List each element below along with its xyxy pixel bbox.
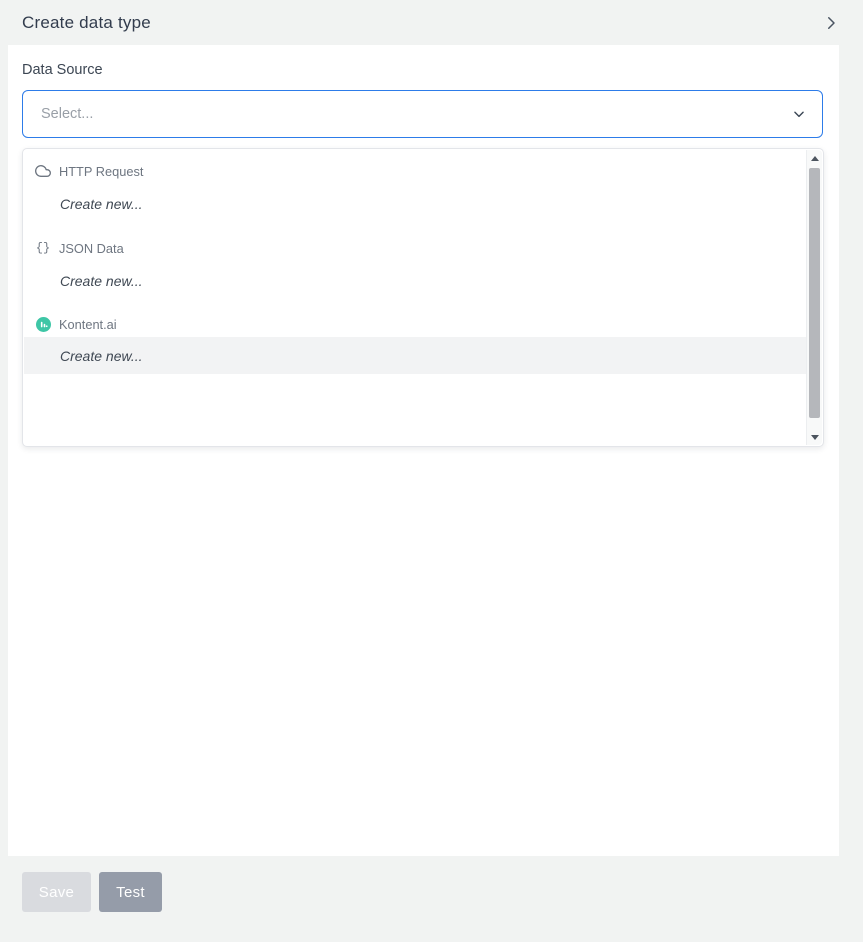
page-root: { "header": { "title": "Create data type…: [0, 0, 863, 942]
data-source-select[interactable]: Select...: [22, 90, 823, 138]
collapse-panel-button[interactable]: [817, 9, 845, 37]
test-button[interactable]: Test: [99, 872, 162, 912]
save-button[interactable]: Save: [22, 872, 91, 912]
chevron-down-icon: [792, 107, 806, 121]
option-create-new-json-data[interactable]: Create new...: [24, 263, 806, 299]
option-create-new-http-request[interactable]: Create new...: [24, 186, 806, 222]
data-source-label: Data Source: [22, 62, 103, 78]
dropdown-group-kontent-ai: Kontent.ai: [24, 310, 806, 338]
select-placeholder: Select...: [41, 106, 93, 122]
group-label: JSON Data: [59, 241, 124, 256]
panel-body: Data Source Select... HTTP Request Creat…: [8, 45, 839, 856]
scrollbar-down-button[interactable]: [807, 429, 823, 445]
page-title: Create data type: [22, 13, 151, 33]
dropdown-scrollbar[interactable]: [806, 150, 822, 445]
panel-footer: Save Test: [0, 856, 863, 942]
group-label: HTTP Request: [59, 164, 143, 179]
dropdown-group-http-request: HTTP Request: [24, 157, 806, 185]
group-label: Kontent.ai: [59, 317, 117, 332]
scroll-up-icon: [811, 156, 819, 161]
kontent-ai-logo-icon: [35, 316, 51, 332]
option-create-new-kontent-ai[interactable]: Create new...: [24, 337, 806, 374]
data-source-dropdown-menu: HTTP Request Create new... {} JSON Data …: [22, 148, 824, 447]
cloud-icon: [35, 163, 51, 179]
chevron-right-icon: [822, 14, 840, 32]
curly-braces-icon: {}: [35, 240, 51, 256]
scroll-down-icon: [811, 435, 819, 440]
panel-header: Create data type: [0, 0, 863, 45]
scrollbar-up-button[interactable]: [807, 150, 823, 166]
dropdown-group-json-data: {} JSON Data: [24, 234, 806, 262]
scrollbar-thumb[interactable]: [809, 168, 820, 418]
